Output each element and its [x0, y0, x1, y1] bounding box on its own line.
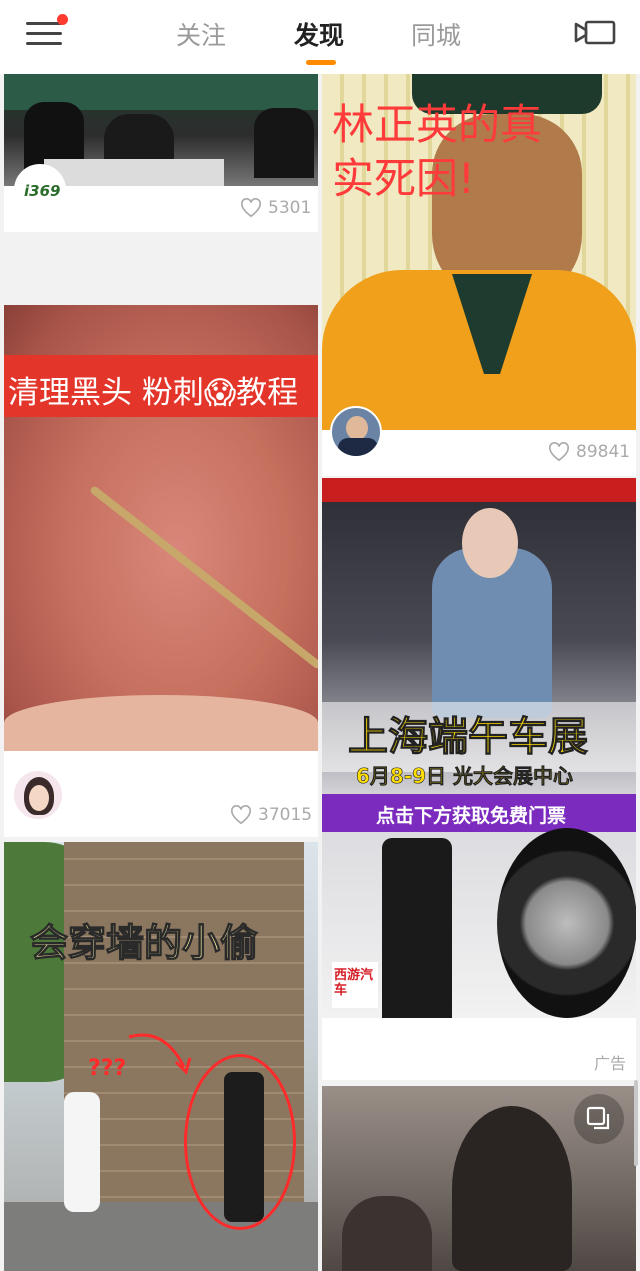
- tv-icon: [574, 20, 616, 45]
- model-face: [462, 508, 518, 578]
- card-thumbnail[interactable]: 清理黑头 粉刺😱教程: [4, 305, 318, 751]
- author-avatar[interactable]: [12, 769, 64, 821]
- chairs: [44, 159, 224, 186]
- ad-cta-text: 点击下方获取免费门票: [376, 805, 567, 827]
- avatar-face: [346, 416, 368, 440]
- like-count-text: 37015: [258, 805, 313, 825]
- menu-icon: [26, 22, 62, 25]
- avatar-suit: [338, 438, 378, 456]
- brand-logo: 西游汽车: [332, 962, 378, 1008]
- card-overlay-title: 清理黑头 粉刺😱教程: [8, 375, 299, 411]
- menu-button[interactable]: [26, 14, 68, 48]
- ad-image[interactable]: 上海端午车展 6月8-9日 光大会展中心 点击下方获取免费门票 西游汽车: [322, 478, 636, 1018]
- card-thumbnail[interactable]: 林正英的真 实死因!: [322, 74, 636, 430]
- menu-icon-line: [26, 32, 62, 35]
- overlay-line: 林正英的真: [332, 100, 543, 149]
- feed-card[interactable]: 清理黑头 粉刺😱教程 37015: [4, 305, 318, 837]
- boots: [382, 838, 452, 1018]
- car-wheel: [497, 828, 636, 1018]
- tab-follow[interactable]: 关注: [176, 16, 226, 52]
- brand-logo-text: 西游汽车: [334, 968, 374, 998]
- finger: [4, 695, 318, 751]
- red-header-strip: [322, 478, 636, 502]
- silhouette: [452, 1106, 572, 1271]
- live-tv-button[interactable]: [574, 18, 618, 48]
- like-count[interactable]: 37015: [230, 805, 312, 825]
- ad-cta-banner[interactable]: 点击下方获取免费门票: [322, 794, 636, 832]
- avatar-text: i369: [24, 182, 61, 200]
- heart-icon: [241, 198, 261, 218]
- tab-local[interactable]: 同城: [411, 16, 461, 52]
- heart-icon: [549, 442, 569, 462]
- toothpick: [89, 485, 318, 670]
- menu-icon-line: [26, 42, 62, 45]
- question-marks: ???: [88, 1056, 127, 1081]
- avatar-face: [29, 785, 49, 811]
- heart-icon: [231, 805, 251, 825]
- red-arrow-icon: [128, 1033, 192, 1075]
- like-count[interactable]: 5301: [240, 198, 311, 218]
- tab-discover[interactable]: 发现: [294, 16, 344, 52]
- person-in-wall: [224, 1072, 264, 1222]
- silhouette: [342, 1196, 432, 1271]
- active-tab-indicator: [306, 60, 336, 65]
- like-count-text: 89841: [576, 442, 631, 462]
- feed-card[interactable]: 会穿墙的小偷 ???: [4, 842, 318, 1271]
- ad-card[interactable]: 上海端午车展 6月8-9日 光大会展中心 点击下方获取免费门票 西游汽车 广告: [322, 478, 636, 1080]
- like-count-text: 5301: [268, 198, 312, 218]
- card-thumbnail[interactable]: 会穿墙的小偷 ???: [4, 842, 318, 1271]
- feed-card[interactable]: [322, 1086, 636, 1271]
- ad-headline: 上海端午车展: [348, 714, 589, 761]
- feed-card[interactable]: i369 5301: [4, 74, 318, 232]
- gallery-badge[interactable]: [574, 1094, 624, 1144]
- overlay-line: 实死因!: [332, 154, 475, 203]
- ad-subline: 6月8-9日 光大会展中心: [356, 764, 574, 789]
- author-avatar[interactable]: [330, 406, 382, 458]
- multi-image-icon: [586, 1106, 610, 1130]
- notification-dot: [57, 14, 68, 25]
- like-count[interactable]: 89841: [548, 442, 630, 462]
- scrollbar[interactable]: [634, 1080, 638, 1166]
- ad-label: 广告: [594, 1054, 627, 1073]
- top-nav-bar: 关注 发现 同城: [0, 0, 640, 74]
- author-avatar[interactable]: i369: [14, 164, 66, 216]
- feed-card[interactable]: 林正英的真 实死因! 89841: [322, 74, 636, 476]
- card-overlay-title: 会穿墙的小偷: [29, 920, 259, 965]
- audience-silhouette: [254, 108, 314, 178]
- card-overlay-title: 林正英的真 实死因!: [332, 98, 542, 206]
- person-standing: [64, 1092, 100, 1212]
